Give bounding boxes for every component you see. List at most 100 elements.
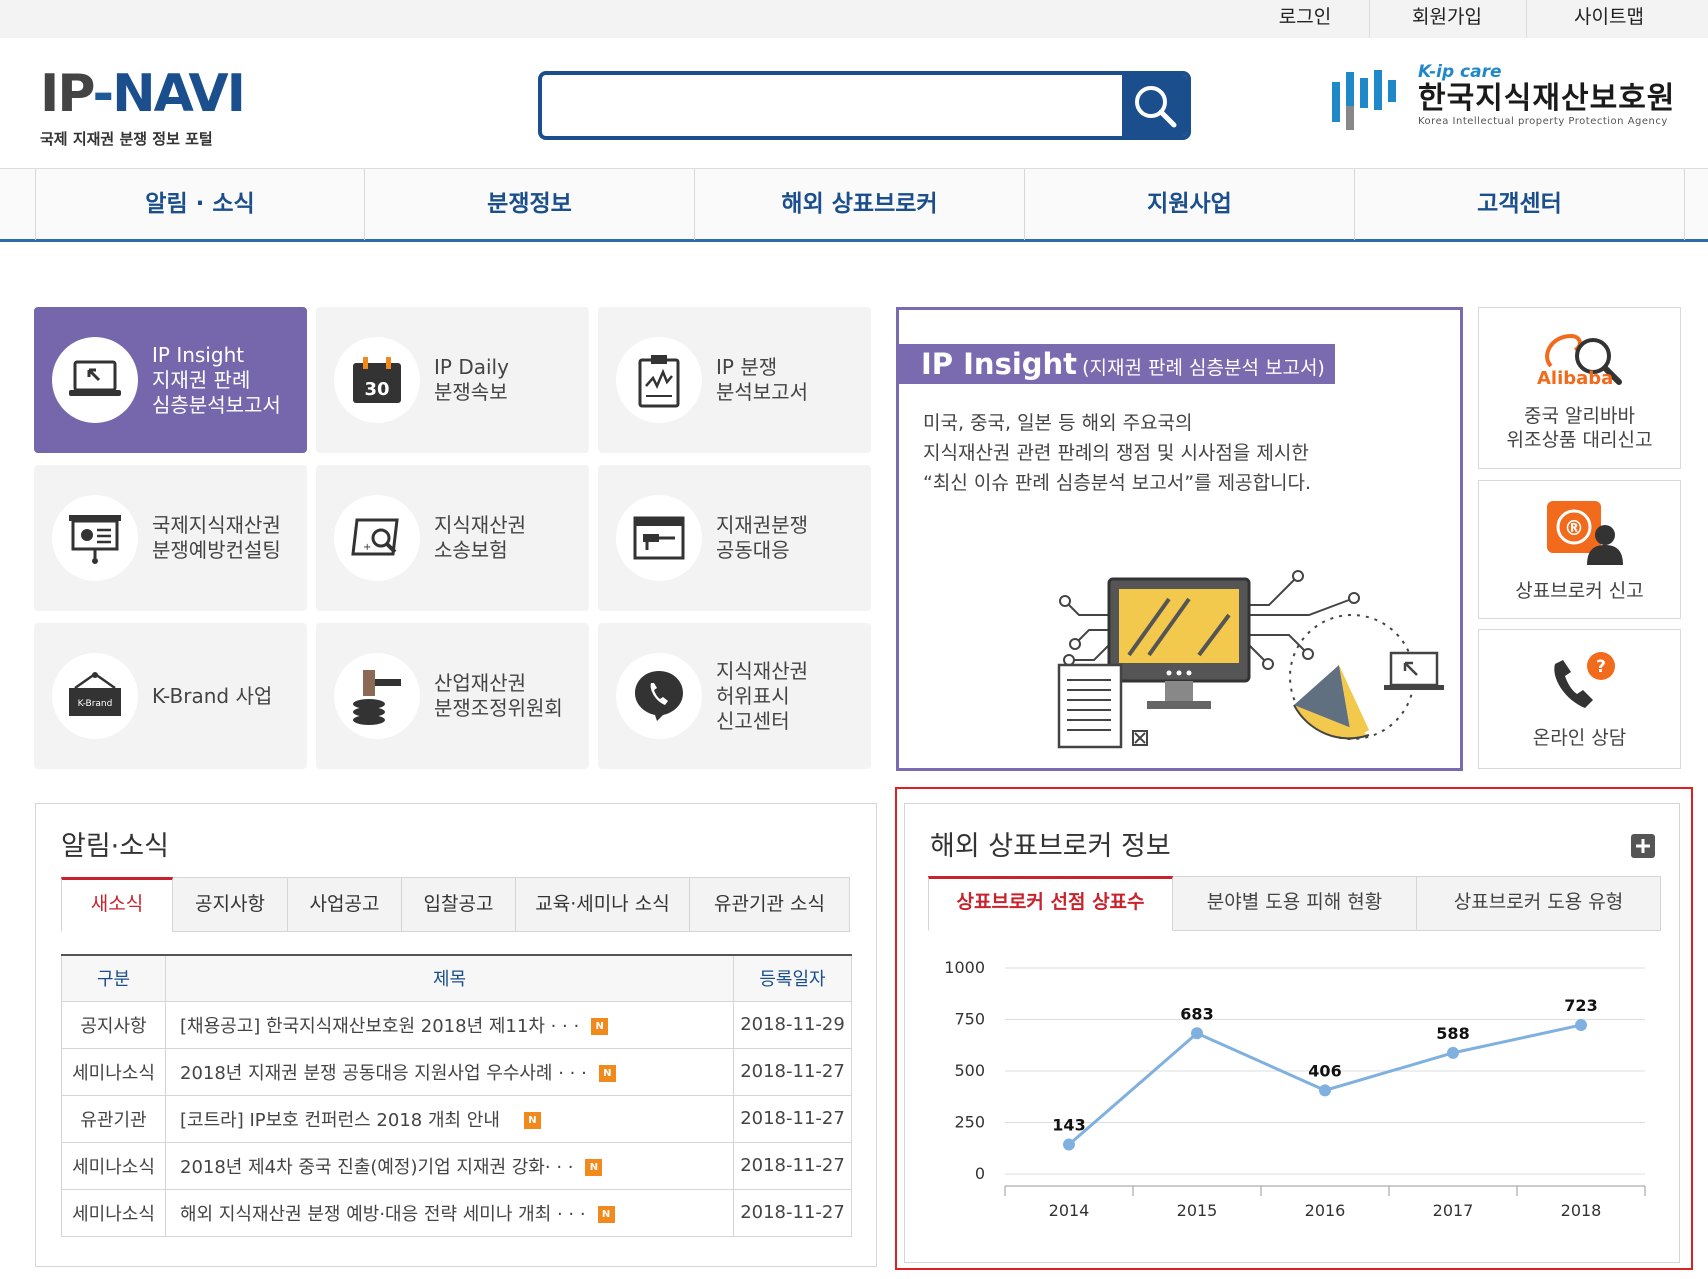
nav-customer-center[interactable]: 고객센터	[1355, 169, 1685, 240]
login-link[interactable]: 로그인	[1245, 0, 1365, 38]
row-title-cell[interactable]: 해외 지식재산권 분쟁 예방·대응 전략 세미나 개최 · · · N	[165, 1188, 734, 1237]
nav-dispute-info[interactable]: 분쟁정보	[365, 169, 695, 240]
plus-icon	[1636, 839, 1650, 853]
tile-dispute-consulting[interactable]: 국제지식재산권 분쟁예방컨설팅	[34, 465, 307, 611]
y-tick-label: 750	[954, 1010, 985, 1029]
ip-insight-banner[interactable]: IP Insight (지재권 판례 심층분석 보고서) 미국, 중국, 일본 …	[896, 307, 1463, 771]
gavel-icon	[353, 670, 401, 725]
tab-related-agencies[interactable]: 유관기관 소식	[690, 877, 850, 932]
browser-window-icon	[633, 516, 685, 560]
tab-notices[interactable]: 공지사항	[173, 877, 288, 932]
trademark-broker-panel: 해외 상표브로커 정보 상표브로커 선점 상표수 분야별 도용 피해 현황 상표…	[895, 787, 1693, 1270]
k-brand-sign-text: K-Brand	[78, 699, 113, 709]
trademark-broker-report-button[interactable]: ® 상표브로커 신고	[1478, 480, 1681, 619]
tile-litigation-insurance[interactable]: + 지식재산권 소송보험	[316, 465, 589, 611]
table-row[interactable]: 세미나소식 해외 지식재산권 분쟁 예방·대응 전략 세미나 개최 · · · N…	[61, 1188, 852, 1237]
x-tick-label: 2016	[1305, 1201, 1346, 1220]
row-category: 공지사항	[61, 1000, 166, 1049]
site-logo[interactable]: IP-NAVI 국제 지재권 분쟁 정보 포털	[40, 64, 250, 148]
ip-insight-desc-line: 지식재산권 관련 판례의 쟁점 및 시사점을 제시한	[923, 442, 1309, 464]
tile-label-line: 지재권 판례	[152, 367, 251, 392]
ip-insight-title: IP Insight (지재권 판례 심층분석 보고서)	[899, 344, 1335, 384]
search-button[interactable]	[1122, 75, 1187, 136]
column-header-title: 제목	[165, 955, 734, 1002]
tile-label-line: 공동대응	[716, 538, 790, 562]
table-row[interactable]: 공지사항 [채용공고] 한국지식재산보호원 2018년 제11차 · · · N …	[61, 1000, 852, 1049]
tab-news[interactable]: 새소식	[61, 877, 173, 932]
x-tick-label: 2014	[1049, 1201, 1090, 1220]
row-title[interactable]: 해외 지식재산권 분쟁 예방·대응 전략 세미나 개최 · · ·	[180, 1204, 586, 1225]
row-title-cell[interactable]: [코트라] IP보호 컨퍼런스 2018 개최 안내 N	[165, 1094, 734, 1143]
registered-person-icon: ®	[1547, 501, 1623, 565]
agency-bars-icon	[1332, 70, 1396, 130]
column-header-category: 구분	[61, 955, 166, 1002]
tab-damage-by-field[interactable]: 분야별 도용 피해 현황	[1173, 876, 1417, 931]
tab-preempted-trademarks[interactable]: 상표브로커 선점 상표수	[928, 876, 1173, 931]
data-label: 143	[1052, 1116, 1085, 1135]
nav-news[interactable]: 알림 · 소식	[35, 169, 365, 240]
search-input[interactable]	[542, 75, 1122, 136]
more-button[interactable]	[1631, 834, 1655, 858]
search-box	[538, 71, 1191, 140]
table-row[interactable]: 세미나소식 2018년 지재권 분쟁 공동대응 지원사업 우수사례 · · · N…	[61, 1047, 852, 1096]
row-title[interactable]: 2018년 지재권 분쟁 공동대응 지원사업 우수사례 · · ·	[180, 1063, 587, 1084]
phone-question-icon: ?	[1554, 652, 1615, 708]
tab-education-seminar[interactable]: 교육·세미나 소식	[516, 877, 690, 932]
main-navigation: 알림 · 소식 분쟁정보 해외 상표브로커 지원사업 고객센터	[0, 168, 1708, 242]
nav-trademark-broker[interactable]: 해외 상표브로커	[695, 169, 1025, 240]
online-consultation-button[interactable]: ? 온라인 상담	[1478, 629, 1681, 769]
tile-label-line: 허위표시	[716, 683, 790, 708]
tile-icon-circle	[52, 337, 138, 423]
tile-false-marking-center[interactable]: 지식재산권 허위표시 신고센터	[598, 623, 871, 769]
quick-menu-label: 상표브로커 신고	[1515, 580, 1644, 602]
tile-ip-daily[interactable]: 30 IP Daily 분쟁속보	[316, 307, 589, 453]
quick-menu-label: 온라인 상담	[1532, 727, 1627, 749]
tab-bid-announcements[interactable]: 입찰공고	[402, 877, 516, 932]
row-title[interactable]: 2018년 제4차 중국 진출(예정)기업 지재권 강화· · ·	[180, 1157, 573, 1178]
tile-ip-dispute-report[interactable]: IP 분쟁 분석보고서	[598, 307, 871, 453]
signup-link[interactable]: 회원가입	[1369, 0, 1524, 38]
nav-support-programs[interactable]: 지원사업	[1025, 169, 1355, 240]
logo-ip-text: IP	[40, 64, 95, 124]
tile-icon-circle	[616, 653, 702, 739]
quick-menu-label: 중국 알리바바	[1524, 405, 1635, 427]
news-tabs: 새소식 공지사항 사업공고 입찰공고 교육·세미나 소식 유관기관 소식	[61, 877, 850, 932]
registered-mark-text: ®	[1564, 516, 1584, 540]
row-title-cell[interactable]: 2018년 지재권 분쟁 공동대응 지원사업 우수사례 · · · N	[165, 1047, 734, 1096]
row-title-cell[interactable]: 2018년 제4차 중국 진출(예정)기업 지재권 강화· · · N	[165, 1141, 734, 1190]
row-category: 세미나소식	[61, 1188, 166, 1237]
ip-insight-desc-line: 미국, 중국, 일본 등 해외 주요국의	[923, 412, 1193, 434]
trademark-broker-title: 해외 상표브로커 정보	[930, 831, 1171, 862]
alibaba-magnifier-icon: Alibaba	[1537, 333, 1622, 389]
news-table: 구분 제목 등록일자 공지사항 [채용공고] 한국지식재산보호원 2018년 제…	[61, 954, 852, 1237]
row-title-cell[interactable]: [채용공고] 한국지식재산보호원 2018년 제11차 · · · N	[165, 1000, 734, 1049]
tile-label-line: 심층분석보고서	[152, 392, 281, 417]
tile-dispute-mediation[interactable]: 산업재산권 분쟁조정위원회	[316, 623, 589, 769]
new-badge: N	[598, 1065, 616, 1082]
data-point	[1447, 1046, 1459, 1059]
svg-text:+: +	[363, 542, 371, 553]
ip-insight-description: 미국, 중국, 일본 등 해외 주요국의 지식재산권 관련 판례의 쟁점 및 시…	[923, 408, 1311, 498]
tile-label-line: 소송보험	[434, 538, 508, 562]
agency-logo[interactable]: K-ip care 한국지식재산보호원 Korea Intellectual p…	[1330, 62, 1690, 142]
tile-k-brand[interactable]: K-Brand K-Brand 사업	[34, 623, 307, 769]
tab-misappropriation-types[interactable]: 상표브로커 도용 유형	[1417, 876, 1661, 931]
table-row[interactable]: 세미나소식 2018년 제4차 중국 진출(예정)기업 지재권 강화· · · N…	[61, 1141, 852, 1190]
tile-label-line: IP Daily	[434, 355, 509, 379]
table-row[interactable]: 유관기관 [코트라] IP보호 컨퍼런스 2018 개최 안내 N 2018-11…	[61, 1094, 852, 1143]
sitemap-link[interactable]: 사이트맵	[1526, 0, 1691, 38]
row-date: 2018-11-27	[733, 1141, 852, 1190]
news-board-title: 알림·소식	[61, 831, 169, 862]
tile-joint-response[interactable]: 지재권분쟁 공동대응	[598, 465, 871, 611]
tile-icon-circle	[334, 653, 420, 739]
tab-business-announcements[interactable]: 사업공고	[288, 877, 402, 932]
alibaba-report-button[interactable]: Alibaba 중국 알리바바 위조상품 대리신고	[1478, 307, 1681, 469]
tile-label-line: 지재권분쟁	[716, 513, 808, 537]
tile-label-line: 신고센터	[716, 708, 790, 733]
ip-insight-title-sub: (지재권 판례 심층분석 보고서)	[1082, 357, 1325, 379]
tile-ip-insight[interactable]: IP Insight 지재권 판례 심층분석보고서	[34, 307, 307, 453]
trademark-broker-inner: 해외 상표브로커 정보 상표브로커 선점 상표수 분야별 도용 피해 현황 상표…	[904, 803, 1680, 1263]
row-date: 2018-11-29	[733, 1000, 852, 1049]
row-title[interactable]: [채용공고] 한국지식재산보호원 2018년 제11차 · · ·	[180, 1016, 579, 1037]
row-title[interactable]: [코트라] IP보호 컨퍼런스 2018 개최 안내	[180, 1110, 500, 1131]
